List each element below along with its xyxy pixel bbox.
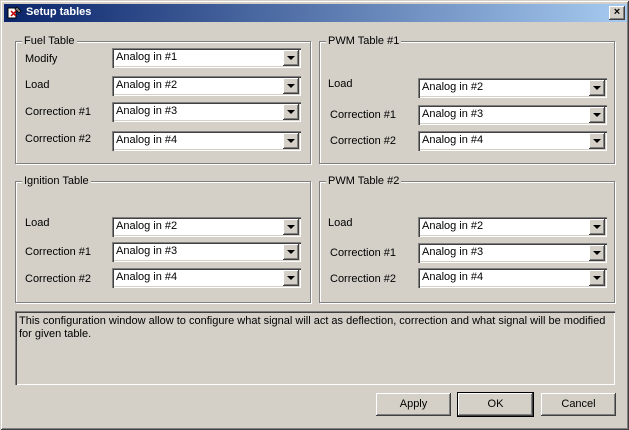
- ignition-row-label: Load: [25, 217, 50, 229]
- title-bar[interactable]: Setup tables ×: [4, 4, 627, 22]
- ok-button[interactable]: OK: [457, 392, 534, 417]
- chevron-down-icon: [593, 225, 601, 229]
- description-text: This configuration window allow to confi…: [15, 311, 615, 385]
- pwm-table-2-title: PWM Table #2: [326, 175, 402, 187]
- chevron-down-icon: [593, 276, 601, 280]
- fuel-correction2-select[interactable]: Analog in #4: [112, 131, 301, 151]
- pwm-table-1-title: PWM Table #1: [326, 35, 402, 47]
- fuel-row-label: Correction #1: [25, 106, 92, 118]
- fuel-table-group: Fuel Table Modify Analog in #1 Load Anal…: [15, 35, 311, 164]
- pwm1-load-select[interactable]: Analog in #2: [418, 78, 607, 98]
- dropdown-button[interactable]: [283, 78, 299, 94]
- fuel-row-label: Load: [25, 79, 50, 91]
- dropdown-button[interactable]: [589, 133, 605, 149]
- pwm2-row-label: Correction #2: [330, 273, 397, 285]
- chevron-down-icon: [593, 251, 601, 255]
- close-icon: ×: [613, 6, 621, 18]
- pwm2-row-label: Load: [328, 217, 353, 229]
- ignition-row-label: Correction #1: [25, 246, 92, 258]
- chevron-down-icon: [287, 250, 295, 254]
- dropdown-button[interactable]: [283, 50, 299, 66]
- ignition-row-label: Correction #2: [25, 273, 92, 285]
- ignition-correction1-select[interactable]: Analog in #3: [112, 242, 301, 262]
- fuel-load-select[interactable]: Analog in #2: [112, 76, 301, 96]
- apply-button[interactable]: Apply: [376, 393, 451, 416]
- fuel-correction1-select[interactable]: Analog in #3: [112, 102, 301, 122]
- pwm1-correction2-select[interactable]: Analog in #4: [418, 131, 607, 151]
- pwm1-row-label: Correction #1: [330, 109, 397, 121]
- pwm1-correction1-select[interactable]: Analog in #3: [418, 105, 607, 125]
- ignition-table-group: Ignition Table Load Analog in #2 Correct…: [15, 175, 311, 303]
- pwm2-correction2-select[interactable]: Analog in #4: [418, 268, 607, 288]
- pwm2-correction1-select[interactable]: Analog in #3: [418, 243, 607, 263]
- cancel-button[interactable]: Cancel: [541, 393, 616, 416]
- fuel-row-label: Modify: [25, 53, 58, 65]
- fuel-row-label: Correction #2: [25, 133, 92, 145]
- dropdown-button[interactable]: [589, 245, 605, 261]
- dropdown-button[interactable]: [589, 219, 605, 235]
- ignition-table-title: Ignition Table: [22, 175, 91, 187]
- dropdown-button[interactable]: [283, 219, 299, 235]
- ignition-load-select[interactable]: Analog in #2: [112, 217, 301, 237]
- chevron-down-icon: [287, 276, 295, 280]
- app-icon: [7, 6, 22, 19]
- pwm2-load-select[interactable]: Analog in #2: [418, 217, 607, 237]
- chevron-down-icon: [593, 139, 601, 143]
- dropdown-button[interactable]: [283, 104, 299, 120]
- dropdown-button[interactable]: [589, 270, 605, 286]
- dropdown-button[interactable]: [283, 244, 299, 260]
- dropdown-button[interactable]: [589, 80, 605, 96]
- chevron-down-icon: [287, 110, 295, 114]
- dropdown-button[interactable]: [283, 133, 299, 149]
- pwm2-row-label: Correction #1: [330, 247, 397, 259]
- setup-tables-dialog: Setup tables × Fuel Table Modify Analog …: [0, 0, 629, 430]
- window-title: Setup tables: [26, 6, 92, 18]
- chevron-down-icon: [287, 56, 295, 60]
- chevron-down-icon: [593, 113, 601, 117]
- dropdown-button[interactable]: [283, 270, 299, 286]
- dropdown-button[interactable]: [589, 107, 605, 123]
- chevron-down-icon: [287, 225, 295, 229]
- fuel-modify-select[interactable]: Analog in #1: [112, 48, 301, 68]
- pwm-table-2-group: PWM Table #2 Load Analog in #2 Correctio…: [319, 175, 615, 303]
- pwm-table-1-group: PWM Table #1 Load Analog in #2 Correctio…: [319, 35, 615, 164]
- ignition-correction2-select[interactable]: Analog in #4: [112, 268, 301, 288]
- fuel-table-title: Fuel Table: [22, 35, 77, 47]
- chevron-down-icon: [287, 139, 295, 143]
- chevron-down-icon: [287, 84, 295, 88]
- pwm1-row-label: Correction #2: [330, 135, 397, 147]
- pwm1-row-label: Load: [328, 78, 353, 90]
- close-button[interactable]: ×: [609, 6, 625, 20]
- chevron-down-icon: [593, 86, 601, 90]
